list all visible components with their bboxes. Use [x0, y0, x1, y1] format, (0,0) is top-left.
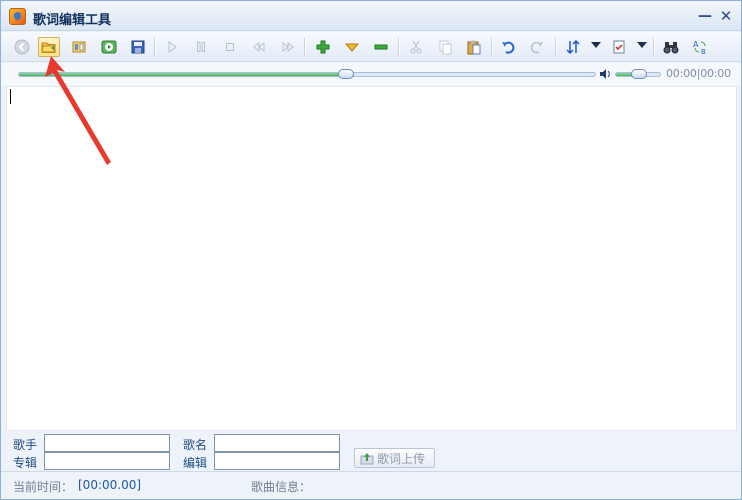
song-title-input[interactable] [214, 434, 340, 452]
current-time-label: 当前时间： [13, 480, 74, 494]
player-controls: 00:00|00:00 [1, 63, 741, 85]
open-file-button[interactable] [38, 37, 60, 57]
rewind-icon [253, 41, 265, 53]
upload-lyrics-label: 歌词上传 [377, 451, 426, 466]
cut-button[interactable] [405, 37, 427, 57]
paste-icon [467, 40, 481, 55]
check-icon [613, 40, 625, 54]
stop-icon [226, 43, 234, 51]
album-input[interactable] [44, 452, 170, 470]
svg-text:A: A [693, 40, 699, 49]
text-caret [10, 89, 11, 104]
album-label: 专辑 [13, 456, 38, 470]
check-dropdown-arrow-icon[interactable] [637, 42, 647, 48]
find-button[interactable] [660, 37, 682, 57]
fast-forward-icon [282, 41, 294, 53]
toolbar-separator [491, 38, 492, 56]
editor-label: 编辑 [183, 456, 208, 470]
replace-button[interactable]: AB [689, 37, 711, 57]
song-info-label: 歌曲信息： [251, 480, 312, 494]
back-icon [14, 39, 30, 55]
save-icon [131, 40, 145, 54]
volume-slider[interactable] [615, 69, 661, 79]
save-button[interactable] [127, 37, 149, 57]
undo-icon [502, 41, 515, 54]
import-button[interactable] [68, 37, 90, 57]
redo-icon [530, 41, 543, 54]
toolbar-separator [304, 38, 305, 56]
record-play-icon [101, 40, 117, 54]
redo-button[interactable] [526, 37, 548, 57]
pause-button[interactable] [190, 37, 212, 57]
volume-slider-thumb[interactable] [631, 69, 647, 79]
title-bar[interactable]: 歌词编辑工具 — ✕ [1, 1, 741, 31]
copy-icon [439, 40, 452, 55]
check-button[interactable] [608, 37, 630, 57]
add-line-icon [316, 40, 330, 54]
find-icon [663, 42, 679, 54]
back-button[interactable] [11, 37, 33, 57]
minimize-button[interactable]: — [696, 7, 714, 25]
record-play-button[interactable] [98, 37, 120, 57]
fast-forward-button[interactable] [277, 37, 299, 57]
song-title-label: 歌名 [183, 438, 208, 452]
replace-icon: AB [693, 40, 706, 55]
seek-slider-thumb[interactable] [338, 69, 355, 79]
pause-icon [197, 42, 205, 52]
copy-button[interactable] [434, 37, 456, 57]
editor-input[interactable] [214, 452, 340, 470]
add-line-button[interactable] [312, 37, 334, 57]
upload-lyrics-button[interactable]: 歌词上传 [354, 448, 435, 468]
sort-icon [566, 39, 580, 55]
import-icon [72, 41, 86, 53]
svg-text:B: B [701, 48, 706, 55]
play-icon [168, 41, 177, 53]
delete-line-icon [374, 44, 388, 50]
toolbar-separator [398, 38, 399, 56]
sort-dropdown-arrow-icon[interactable] [591, 42, 601, 48]
volume-icon[interactable] [599, 68, 611, 80]
artist-label: 歌手 [13, 438, 38, 452]
current-time-value: [00:00.00] [78, 478, 142, 492]
status-bar: 当前时间： [00:00.00] 歌曲信息： [1, 471, 741, 499]
seek-slider[interactable] [18, 69, 596, 79]
open-folder-icon [41, 42, 56, 53]
paste-button[interactable] [463, 37, 485, 57]
delete-line-button[interactable] [370, 37, 392, 57]
lyrics-text-area[interactable] [6, 86, 737, 431]
lyrics-editor-window: 歌词编辑工具 — ✕ A B 00:00|00:00 歌手 歌名 专辑 编辑 歌… [0, 0, 742, 500]
time-display: 00:00|00:00 [666, 67, 731, 80]
insert-line-icon [344, 43, 360, 52]
toolbar-separator [653, 38, 654, 56]
toolbar-separator [154, 38, 155, 56]
toolbar: AB [1, 32, 741, 62]
app-logo-icon [9, 8, 26, 25]
toolbar-separator [555, 38, 556, 56]
undo-button[interactable] [497, 37, 519, 57]
rewind-button[interactable] [248, 37, 270, 57]
seek-slider-fill [19, 73, 347, 76]
upload-icon [360, 452, 374, 464]
cut-icon [410, 40, 422, 54]
artist-input[interactable] [44, 434, 170, 452]
stop-button[interactable] [219, 37, 241, 57]
close-button[interactable]: ✕ [717, 7, 735, 25]
sort-button[interactable] [562, 37, 584, 57]
play-button[interactable] [161, 37, 183, 57]
insert-line-button[interactable] [341, 37, 363, 57]
window-title: 歌词编辑工具 [33, 13, 112, 28]
